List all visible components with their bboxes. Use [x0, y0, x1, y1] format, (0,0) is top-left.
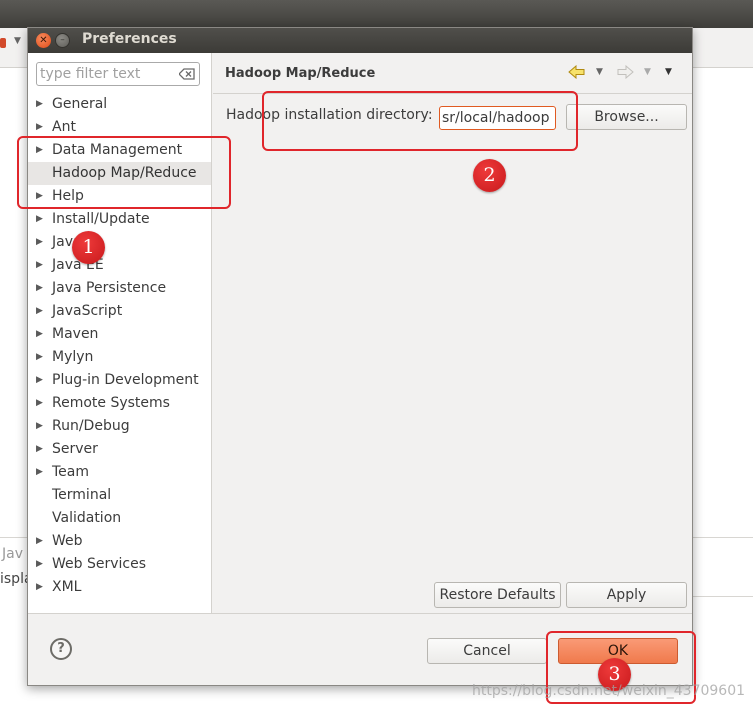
help-icon[interactable]: ?	[50, 638, 72, 660]
expand-arrow-icon[interactable]: ▶	[36, 530, 44, 552]
tree-item-team[interactable]: ▶ Team	[28, 461, 211, 484]
restore-defaults-button[interactable]: Restore Defaults	[434, 582, 561, 608]
tree-item-label: XML	[52, 579, 82, 595]
annotation-number-1: 1	[72, 231, 105, 264]
tree-item-label: Plug-in Development	[52, 372, 199, 388]
tree-item-java-persistence[interactable]: ▶ Java Persistence	[28, 277, 211, 300]
expand-arrow-icon[interactable]: ▶	[36, 346, 44, 368]
tree-item-plug-in-development[interactable]: ▶ Plug-in Development	[28, 369, 211, 392]
tree-item-label: Web Services	[52, 556, 147, 572]
forward-history-dropdown-icon: ▼	[644, 67, 651, 77]
expand-arrow-icon[interactable]: ▶	[36, 369, 44, 391]
expand-arrow-icon[interactable]: ▶	[36, 300, 44, 322]
annotation-box-nav	[17, 136, 231, 209]
tree-item-install-update[interactable]: ▶ Install/Update	[28, 208, 211, 231]
browse-button[interactable]: Browse...	[566, 104, 687, 130]
close-icon[interactable]: ✕	[36, 33, 51, 48]
tree-item-general[interactable]: ▶ General	[28, 93, 211, 116]
expand-arrow-icon[interactable]: ▶	[36, 323, 44, 345]
tree-item-server[interactable]: ▶ Server	[28, 438, 211, 461]
tree-item-label: JavaScript	[52, 303, 123, 319]
clear-filter-icon[interactable]	[179, 68, 195, 80]
tree-item-label: Remote Systems	[52, 395, 170, 411]
view-menu-icon[interactable]: ▼	[665, 67, 672, 77]
expand-arrow-icon[interactable]: ▶	[36, 392, 44, 414]
tree-item-remote-systems[interactable]: ▶ Remote Systems	[28, 392, 211, 415]
page-header: Hadoop Map/Reduce ▼ ▼ ▼	[213, 53, 692, 93]
expand-arrow-icon[interactable]: ▶	[36, 254, 44, 276]
dialog-titlebar[interactable]: ✕ – Preferences	[28, 28, 692, 53]
tree-item-web[interactable]: ▶ Web	[28, 530, 211, 553]
tree-item-label: Maven	[52, 326, 99, 342]
tree-item-label: Validation	[52, 510, 122, 526]
tree-item-label: General	[52, 96, 108, 112]
expand-arrow-icon[interactable]: ▶	[36, 277, 44, 299]
tree-item-label: Server	[52, 441, 98, 457]
forward-arrow-icon[interactable]	[616, 65, 634, 79]
tree-item-java[interactable]: ▶ Java	[28, 231, 211, 254]
expand-arrow-icon[interactable]: ▶	[36, 116, 44, 138]
tree-item-maven[interactable]: ▶ Maven	[28, 323, 211, 346]
minimize-icon[interactable]: –	[55, 33, 70, 48]
background-dropdown-icon: ▼	[14, 36, 21, 46]
tree-item-terminal[interactable]: Terminal	[28, 484, 211, 507]
tree-item-label: Ant	[52, 119, 76, 135]
tree-item-label: Team	[52, 464, 90, 480]
tree-item-run-debug[interactable]: ▶ Run/Debug	[28, 415, 211, 438]
expand-arrow-icon[interactable]: ▶	[36, 461, 44, 483]
background-tab-label: Jav	[2, 546, 23, 562]
tree-item-javascript[interactable]: ▶ JavaScript	[28, 300, 211, 323]
expand-arrow-icon[interactable]: ▶	[36, 438, 44, 460]
tree-item-label: Java Persistence	[52, 280, 167, 296]
page-title: Hadoop Map/Reduce	[225, 66, 376, 81]
filter-box[interactable]	[36, 62, 200, 86]
expand-arrow-icon[interactable]: ▶	[36, 231, 44, 253]
tree-item-label: Run/Debug	[52, 418, 130, 434]
watermark: https://blog.csdn.net/weixin_43709601	[472, 683, 746, 699]
annotation-box-install-dir	[262, 91, 578, 151]
cancel-button[interactable]: Cancel	[427, 638, 547, 664]
tree-item-web-services[interactable]: ▶ Web Services	[28, 553, 211, 576]
tree-item-xml[interactable]: ▶ XML	[28, 576, 211, 599]
tree-item-mylyn[interactable]: ▶ Mylyn	[28, 346, 211, 369]
expand-arrow-icon[interactable]: ▶	[36, 576, 44, 598]
expand-arrow-icon[interactable]: ▶	[36, 553, 44, 575]
tree-item-label: Terminal	[52, 487, 112, 503]
background-window-topbar	[0, 0, 753, 28]
expand-arrow-icon[interactable]: ▶	[36, 415, 44, 437]
expand-arrow-icon[interactable]: ▶	[36, 208, 44, 230]
background-run-icon	[0, 38, 6, 48]
tree-item-label: Web	[52, 533, 83, 549]
tree-item-java-ee[interactable]: ▶ Java EE	[28, 254, 211, 277]
back-history-dropdown-icon[interactable]: ▼	[596, 67, 603, 77]
expand-arrow-icon[interactable]: ▶	[36, 93, 44, 115]
filter-input[interactable]	[40, 65, 170, 83]
annotation-number-2: 2	[473, 159, 506, 192]
back-arrow-icon[interactable]	[568, 65, 586, 79]
background-divider-right	[690, 596, 753, 597]
dialog-title: Preferences	[82, 31, 177, 47]
tree-item-validation[interactable]: Validation	[28, 507, 211, 530]
footer-divider	[28, 613, 692, 614]
tree-item-label: Mylyn	[52, 349, 94, 365]
tree-item-label: Install/Update	[52, 211, 150, 227]
apply-button[interactable]: Apply	[566, 582, 687, 608]
